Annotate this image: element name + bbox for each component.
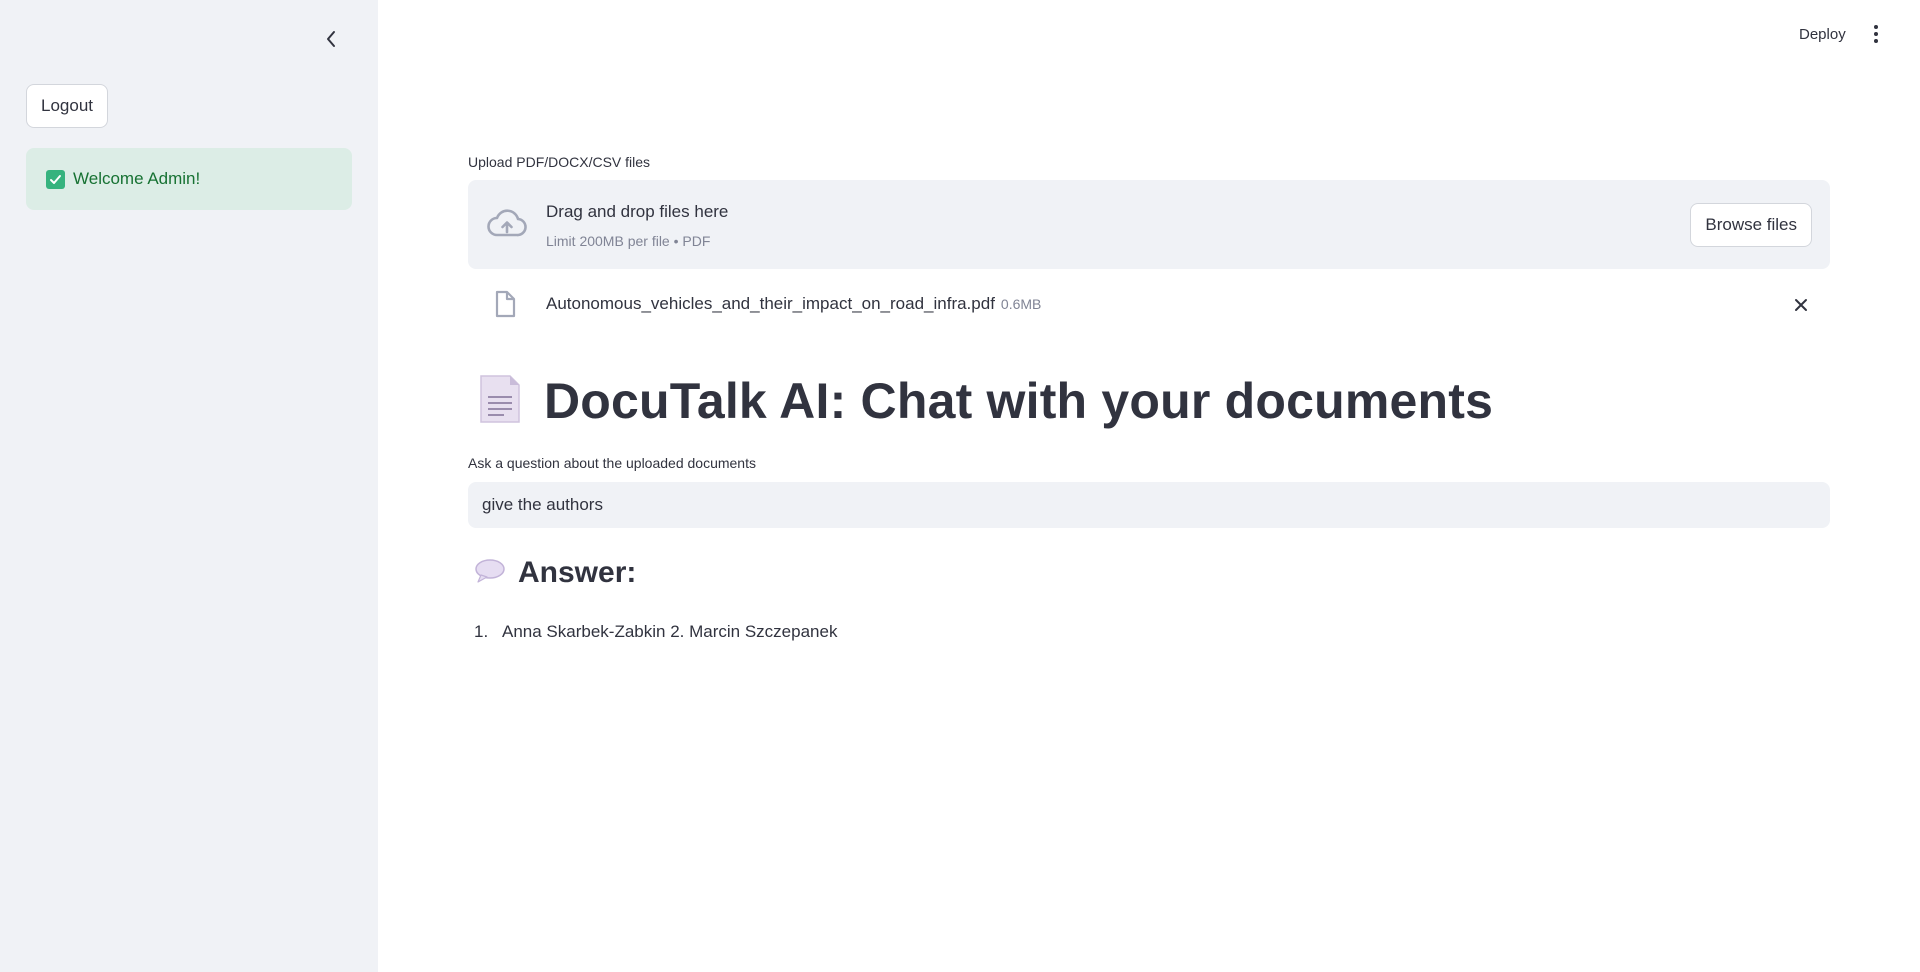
question-input[interactable] — [468, 482, 1830, 528]
browse-files-button[interactable]: Browse files — [1690, 203, 1812, 247]
app-root: Logout Welcome Admin! Deploy Upload PDF/… — [0, 0, 1920, 972]
answer-item-text: Anna Skarbek-Zabkin 2. Marcin Szczepanek — [502, 622, 838, 641]
uploaded-file-row: Autonomous_vehicles_and_their_impact_on_… — [468, 286, 1830, 322]
sidebar: Logout Welcome Admin! — [0, 0, 378, 972]
page-title: DocuTalk AI: Chat with your documents — [544, 373, 1494, 429]
welcome-text: Welcome Admin! — [73, 169, 201, 188]
chevron-left-icon — [327, 31, 335, 47]
upload-label: Upload PDF/DOCX/CSV files — [468, 154, 651, 170]
answer-item-number: 1. — [474, 622, 489, 641]
page-title-row: DocuTalk AI: Chat with your documents — [478, 372, 1493, 430]
file-name: Autonomous_vehicles_and_their_impact_on_… — [546, 294, 995, 313]
deploy-button[interactable]: Deploy — [1793, 20, 1852, 48]
cloud-upload-icon — [486, 208, 528, 245]
welcome-alert: Welcome Admin! — [26, 148, 352, 210]
remove-file-button[interactable] — [1790, 294, 1812, 316]
answer-item: 1. Anna Skarbek-Zabkin 2. Marcin Szczepan… — [474, 622, 837, 642]
answer-heading-row: Answer: — [474, 556, 636, 590]
question-label: Ask a question about the uploaded docume… — [468, 455, 756, 471]
dropzone-title: Drag and drop files here — [546, 202, 729, 221]
file-icon — [494, 290, 516, 323]
speech-bubble-icon — [474, 558, 506, 589]
answer-heading: Answer: — [518, 556, 637, 589]
file-size: 0.6MB — [1000, 296, 1042, 312]
logout-button[interactable]: Logout — [26, 84, 108, 128]
collapse-sidebar-button[interactable] — [320, 26, 342, 52]
dropzone-limit: Limit 200MB per file • PDF — [546, 233, 711, 249]
check-icon — [46, 169, 65, 189]
file-name-line: Autonomous_vehicles_and_their_impact_on_… — [546, 294, 1041, 314]
close-icon — [1795, 299, 1807, 311]
answer-list: 1. Anna Skarbek-Zabkin 2. Marcin Szczepan… — [474, 622, 837, 642]
main-menu-icon[interactable] — [1866, 20, 1886, 48]
document-icon — [478, 373, 522, 430]
file-dropzone[interactable]: Drag and drop files here Limit 200MB per… — [468, 180, 1830, 269]
